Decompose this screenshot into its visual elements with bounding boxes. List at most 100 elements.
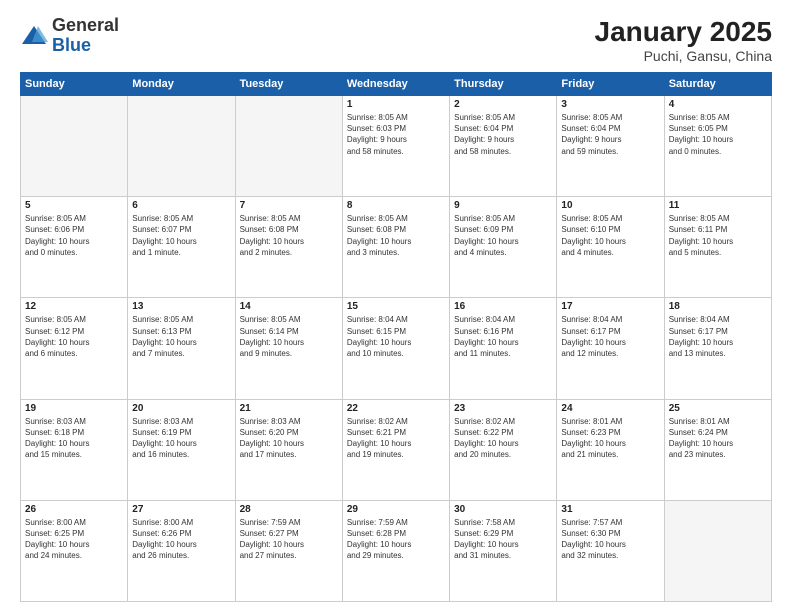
day-cell: 7 Sunrise: 8:05 AM Sunset: 6:08 PM Daylig… [235,197,342,298]
day-number: 7 [240,200,338,211]
day-info: Sunrise: 8:05 AM Sunset: 6:08 PM Dayligh… [347,213,445,258]
day-cell: 3 Sunrise: 8:05 AM Sunset: 6:04 PM Daylig… [557,96,664,197]
day-cell [664,500,771,601]
day-number: 31 [561,504,659,515]
calendar-table: Sunday Monday Tuesday Wednesday Thursday… [20,72,772,602]
day-number: 10 [561,200,659,211]
day-number: 14 [240,301,338,312]
day-info: Sunrise: 8:05 AM Sunset: 6:12 PM Dayligh… [25,314,123,359]
day-number: 1 [347,99,445,110]
day-number: 5 [25,200,123,211]
day-cell: 11 Sunrise: 8:05 AM Sunset: 6:11 PM Dayli… [664,197,771,298]
day-info: Sunrise: 8:00 AM Sunset: 6:26 PM Dayligh… [132,517,230,562]
day-info: Sunrise: 8:05 AM Sunset: 6:10 PM Dayligh… [561,213,659,258]
day-number: 24 [561,403,659,414]
day-info: Sunrise: 8:00 AM Sunset: 6:25 PM Dayligh… [25,517,123,562]
day-cell: 21 Sunrise: 8:03 AM Sunset: 6:20 PM Dayli… [235,399,342,500]
calendar-subtitle: Puchi, Gansu, China [595,48,772,64]
day-info: Sunrise: 8:04 AM Sunset: 6:17 PM Dayligh… [669,314,767,359]
day-info: Sunrise: 8:05 AM Sunset: 6:07 PM Dayligh… [132,213,230,258]
day-number: 4 [669,99,767,110]
week-row-5: 26 Sunrise: 8:00 AM Sunset: 6:25 PM Dayli… [21,500,772,601]
day-number: 17 [561,301,659,312]
day-info: Sunrise: 8:05 AM Sunset: 6:14 PM Dayligh… [240,314,338,359]
day-info: Sunrise: 8:04 AM Sunset: 6:16 PM Dayligh… [454,314,552,359]
col-wednesday: Wednesday [342,73,449,96]
logo-text: General Blue [52,16,119,56]
day-number: 16 [454,301,552,312]
col-saturday: Saturday [664,73,771,96]
day-info: Sunrise: 8:02 AM Sunset: 6:22 PM Dayligh… [454,416,552,461]
day-info: Sunrise: 7:59 AM Sunset: 6:27 PM Dayligh… [240,517,338,562]
day-cell: 4 Sunrise: 8:05 AM Sunset: 6:05 PM Daylig… [664,96,771,197]
day-cell [128,96,235,197]
day-number: 3 [561,99,659,110]
day-cell: 8 Sunrise: 8:05 AM Sunset: 6:08 PM Daylig… [342,197,449,298]
day-cell: 29 Sunrise: 7:59 AM Sunset: 6:28 PM Dayli… [342,500,449,601]
day-info: Sunrise: 8:05 AM Sunset: 6:09 PM Dayligh… [454,213,552,258]
day-cell: 17Sunrise: 8:04 AM Sunset: 6:17 PM Dayli… [557,298,664,399]
day-cell: 9 Sunrise: 8:05 AM Sunset: 6:09 PM Daylig… [450,197,557,298]
day-number: 11 [669,200,767,211]
day-cell: 18 Sunrise: 8:04 AM Sunset: 6:17 PM Dayli… [664,298,771,399]
week-row-1: 1 Sunrise: 8:05 AM Sunset: 6:03 PM Daylig… [21,96,772,197]
logo: General Blue [20,16,119,56]
day-info: Sunrise: 8:02 AM Sunset: 6:21 PM Dayligh… [347,416,445,461]
day-info: Sunrise: 8:04 AM Sunset: 6:15 PM Dayligh… [347,314,445,359]
day-info: Sunrise: 8:05 AM Sunset: 6:05 PM Dayligh… [669,112,767,157]
day-number: 26 [25,504,123,515]
day-info: Sunrise: 7:59 AM Sunset: 6:28 PM Dayligh… [347,517,445,562]
title-block: January 2025 Puchi, Gansu, China [595,16,772,64]
day-cell: 28 Sunrise: 7:59 AM Sunset: 6:27 PM Dayli… [235,500,342,601]
day-cell: 14 Sunrise: 8:05 AM Sunset: 6:14 PM Dayli… [235,298,342,399]
week-row-4: 19Sunrise: 8:03 AM Sunset: 6:18 PM Dayli… [21,399,772,500]
day-number: 18 [669,301,767,312]
day-cell: 19Sunrise: 8:03 AM Sunset: 6:18 PM Dayli… [21,399,128,500]
day-cell: 1 Sunrise: 8:05 AM Sunset: 6:03 PM Daylig… [342,96,449,197]
day-number: 2 [454,99,552,110]
day-number: 25 [669,403,767,414]
day-cell: 31Sunrise: 7:57 AM Sunset: 6:30 PM Dayli… [557,500,664,601]
day-cell: 23Sunrise: 8:02 AM Sunset: 6:22 PM Dayli… [450,399,557,500]
calendar-title: January 2025 [595,16,772,48]
day-info: Sunrise: 8:05 AM Sunset: 6:08 PM Dayligh… [240,213,338,258]
day-cell: 26 Sunrise: 8:00 AM Sunset: 6:25 PM Dayli… [21,500,128,601]
day-info: Sunrise: 8:05 AM Sunset: 6:04 PM Dayligh… [561,112,659,157]
col-friday: Friday [557,73,664,96]
week-row-2: 5Sunrise: 8:05 AM Sunset: 6:06 PM Daylig… [21,197,772,298]
day-cell: 27 Sunrise: 8:00 AM Sunset: 6:26 PM Dayli… [128,500,235,601]
col-sunday: Sunday [21,73,128,96]
day-cell [235,96,342,197]
day-number: 27 [132,504,230,515]
day-cell: 20 Sunrise: 8:03 AM Sunset: 6:19 PM Dayli… [128,399,235,500]
day-info: Sunrise: 8:05 AM Sunset: 6:03 PM Dayligh… [347,112,445,157]
day-cell: 24Sunrise: 8:01 AM Sunset: 6:23 PM Dayli… [557,399,664,500]
day-number: 20 [132,403,230,414]
day-cell: 15Sunrise: 8:04 AM Sunset: 6:15 PM Dayli… [342,298,449,399]
day-info: Sunrise: 8:01 AM Sunset: 6:24 PM Dayligh… [669,416,767,461]
day-number: 8 [347,200,445,211]
day-cell: 25 Sunrise: 8:01 AM Sunset: 6:24 PM Dayli… [664,399,771,500]
day-info: Sunrise: 8:03 AM Sunset: 6:19 PM Dayligh… [132,416,230,461]
day-number: 21 [240,403,338,414]
day-info: Sunrise: 8:05 AM Sunset: 6:11 PM Dayligh… [669,213,767,258]
day-number: 28 [240,504,338,515]
day-cell: 12 Sunrise: 8:05 AM Sunset: 6:12 PM Dayli… [21,298,128,399]
day-cell: 22Sunrise: 8:02 AM Sunset: 6:21 PM Dayli… [342,399,449,500]
header: General Blue January 2025 Puchi, Gansu, … [20,16,772,64]
day-cell: 2Sunrise: 8:05 AM Sunset: 6:04 PM Daylig… [450,96,557,197]
day-info: Sunrise: 8:05 AM Sunset: 6:13 PM Dayligh… [132,314,230,359]
header-row: Sunday Monday Tuesday Wednesday Thursday… [21,73,772,96]
col-thursday: Thursday [450,73,557,96]
col-tuesday: Tuesday [235,73,342,96]
day-number: 29 [347,504,445,515]
day-info: Sunrise: 8:03 AM Sunset: 6:20 PM Dayligh… [240,416,338,461]
day-info: Sunrise: 7:58 AM Sunset: 6:29 PM Dayligh… [454,517,552,562]
day-number: 30 [454,504,552,515]
day-number: 9 [454,200,552,211]
day-number: 13 [132,301,230,312]
day-info: Sunrise: 8:03 AM Sunset: 6:18 PM Dayligh… [25,416,123,461]
week-row-3: 12 Sunrise: 8:05 AM Sunset: 6:12 PM Dayli… [21,298,772,399]
day-number: 12 [25,301,123,312]
logo-icon [20,22,48,50]
